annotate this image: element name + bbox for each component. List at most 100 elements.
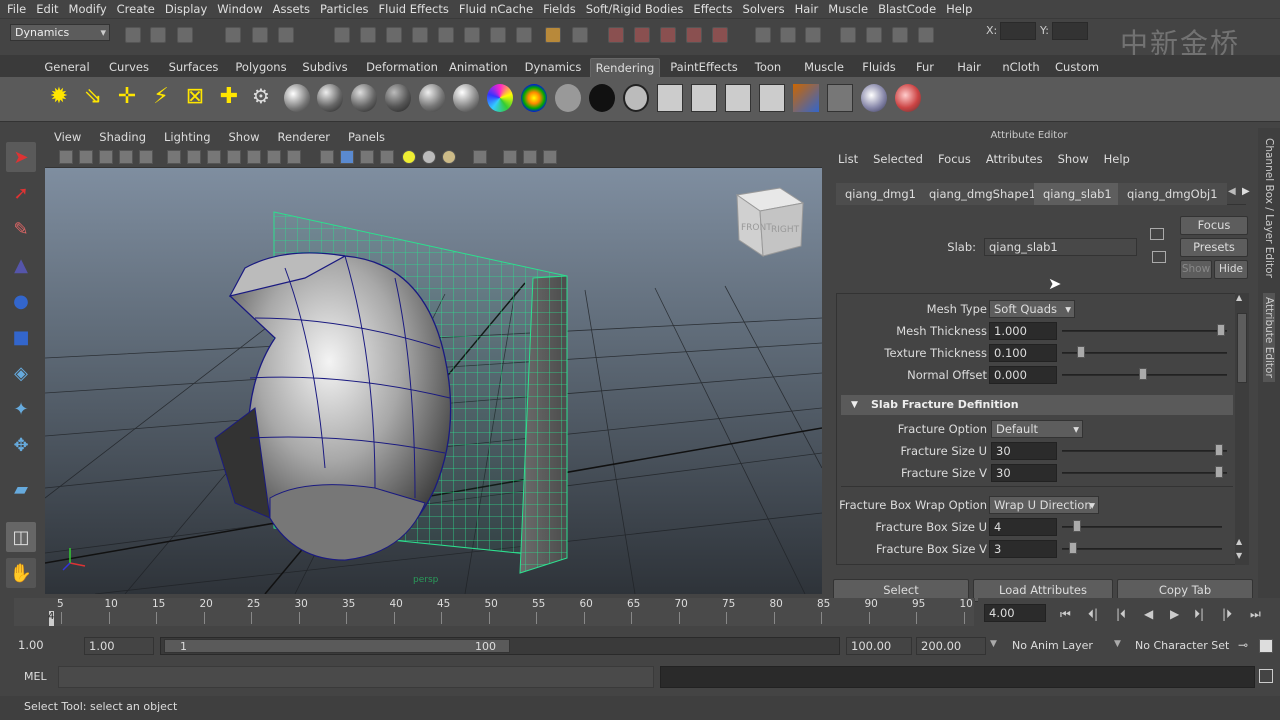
spot-light-icon[interactable]: ⚡ [148,84,174,112]
snap-live-icon[interactable] [438,27,454,43]
ae-menu-show[interactable]: Show [1058,152,1104,166]
channel-box-icon[interactable] [866,27,882,43]
focus-input-icon[interactable] [1150,228,1164,240]
wireframe-on-shaded-icon[interactable] [360,150,374,164]
ae-menu-focus[interactable]: Focus [938,152,986,166]
view-cube[interactable]: FRONT RIGHT [735,187,805,257]
batch-render-icon[interactable] [759,84,785,112]
scroll-page-up-icon[interactable]: ▲ [1236,537,1242,546]
menu-edit[interactable]: Edit [31,2,63,16]
char-set-arrow-icon[interactable]: ▼ [1114,639,1121,649]
tab-scroll-left-icon[interactable]: ◀ [1228,186,1236,197]
shelf-tab-ncloth[interactable]: nCloth [999,58,1043,77]
ae-menu-selected[interactable]: Selected [873,152,938,166]
surface-shader-icon[interactable] [555,84,581,112]
step-forward-frame-icon[interactable]: |⏵ [1222,607,1232,622]
shelf-tab-curves[interactable]: Curves [103,58,155,77]
ae-menu-list[interactable]: List [838,152,873,166]
menu-create[interactable]: Create [112,2,160,16]
shelf-tab-hair[interactable]: Hair [952,58,986,77]
blinn-material-icon[interactable] [284,84,310,112]
snap-point-icon[interactable] [386,27,402,43]
field-chart-icon[interactable] [247,150,261,164]
menu-particles[interactable]: Particles [315,2,373,16]
safe-action-icon[interactable] [267,150,281,164]
camera-attributes-icon[interactable] [79,150,93,164]
lock-icon[interactable] [545,27,561,43]
shelf-tab-muscle[interactable]: Muscle [800,58,848,77]
anisotropic-material-icon[interactable] [419,84,445,112]
hypershade-shelf-icon[interactable] [793,84,819,112]
mesh-thickness-slider-handle[interactable] [1217,324,1225,336]
menu-fields[interactable]: Fields [538,2,581,16]
box-size-v-field[interactable]: 3 [989,540,1057,558]
manipulator-tool-icon[interactable]: ◈ [6,358,36,388]
perspective-viewport[interactable]: FRONT RIGHT persp [45,168,822,594]
render-settings-shelf-icon[interactable] [725,84,751,112]
shelf-tab-fluids[interactable]: Fluids [859,58,899,77]
select-component-icon[interactable] [278,27,294,43]
shelf-tab-dynamics[interactable]: Dynamics [522,58,584,77]
ae-menu-attributes[interactable]: Attributes [986,152,1058,166]
ae-menu-help[interactable]: Help [1104,152,1145,166]
construction-icon[interactable] [490,27,506,43]
fracture-size-u-slider-handle[interactable] [1215,444,1223,456]
menu-help[interactable]: Help [941,2,977,16]
hide-button[interactable]: Hide [1214,260,1248,279]
move-tool-icon[interactable]: ▲ [6,250,36,280]
isolate-select-icon[interactable] [473,150,487,164]
render-view-shelf-icon[interactable] [827,84,853,112]
attribute-editor-side-tab[interactable]: Attribute Editor [1263,293,1275,382]
volume-light-icon[interactable]: ✚ [216,84,242,112]
help-icon[interactable] [516,27,532,43]
tab-scroll-right-icon[interactable]: ▶ [1242,186,1250,197]
area-light-icon[interactable]: ⊠ [182,84,208,112]
fracture-size-v-slider[interactable] [1062,472,1227,474]
menu-fluid-effects[interactable]: Fluid Effects [374,2,454,16]
menu-display[interactable]: Display [160,2,212,16]
box-size-v-slider[interactable] [1062,548,1222,550]
select-hierarchy-icon[interactable] [225,27,241,43]
two-d-pan-zoom-icon[interactable] [139,150,153,164]
command-input[interactable] [58,666,654,688]
shelf-tab-surfaces[interactable]: Surfaces [163,58,224,77]
shelf-tab-painteffects[interactable]: PaintEffects [667,58,741,77]
viewport-menu-lighting[interactable]: Lighting [155,130,219,144]
scrollbar-thumb[interactable] [1237,313,1247,383]
ambient-light-icon[interactable]: ✛ [114,84,140,112]
safe-title-icon[interactable] [287,150,301,164]
menu-soft-rigid-bodies[interactable]: Soft/Rigid Bodies [581,2,689,16]
lambert-material-icon[interactable] [317,84,343,112]
xray-icon[interactable] [503,150,517,164]
menu-window[interactable]: Window [212,2,267,16]
box-size-u-slider[interactable] [1062,526,1222,528]
last-tool-icon[interactable]: ▰ [6,474,36,504]
shelf-tab-toon[interactable]: Toon [752,58,784,77]
input-line-icon[interactable] [755,27,771,43]
scroll-down-icon[interactable]: ▼ [1236,551,1242,560]
modeling-toolkit-icon[interactable] [892,27,908,43]
paint-shelf-icon[interactable] [861,84,887,112]
textured-icon[interactable] [380,150,394,164]
xray-joints-icon[interactable] [523,150,537,164]
render-current-frame-icon[interactable] [657,84,683,112]
texture-thickness-slider-handle[interactable] [1077,346,1085,358]
scale-tool-icon[interactable]: ■ [6,322,36,352]
step-back-frame-icon[interactable]: ⏴| [1088,607,1098,622]
fracture-size-u-field[interactable]: 30 [991,442,1057,460]
mesh-type-dropdown[interactable]: Soft Quads [989,300,1075,318]
start-time-field[interactable]: 1.00 [14,637,80,655]
box-size-u-slider-handle[interactable] [1073,520,1081,532]
normal-offset-slider-handle[interactable] [1139,368,1147,380]
new-scene-icon[interactable] [125,27,141,43]
playback-start-field[interactable]: 1.00 [84,637,154,655]
history-icon[interactable] [464,27,480,43]
save-scene-icon[interactable] [177,27,193,43]
ae-tab-qiang-slab1[interactable]: qiang_slab1 [1034,183,1121,205]
play-backwards-icon[interactable]: ◀ [1144,607,1153,621]
viewport-menu-renderer[interactable]: Renderer [269,130,340,144]
box-size-u-field[interactable]: 4 [989,518,1057,536]
menu-solvers[interactable]: Solvers [738,2,790,16]
select-object-icon[interactable] [252,27,268,43]
ae-tab-qiang-dmgobj1[interactable]: qiang_dmgObj1 [1118,183,1227,205]
